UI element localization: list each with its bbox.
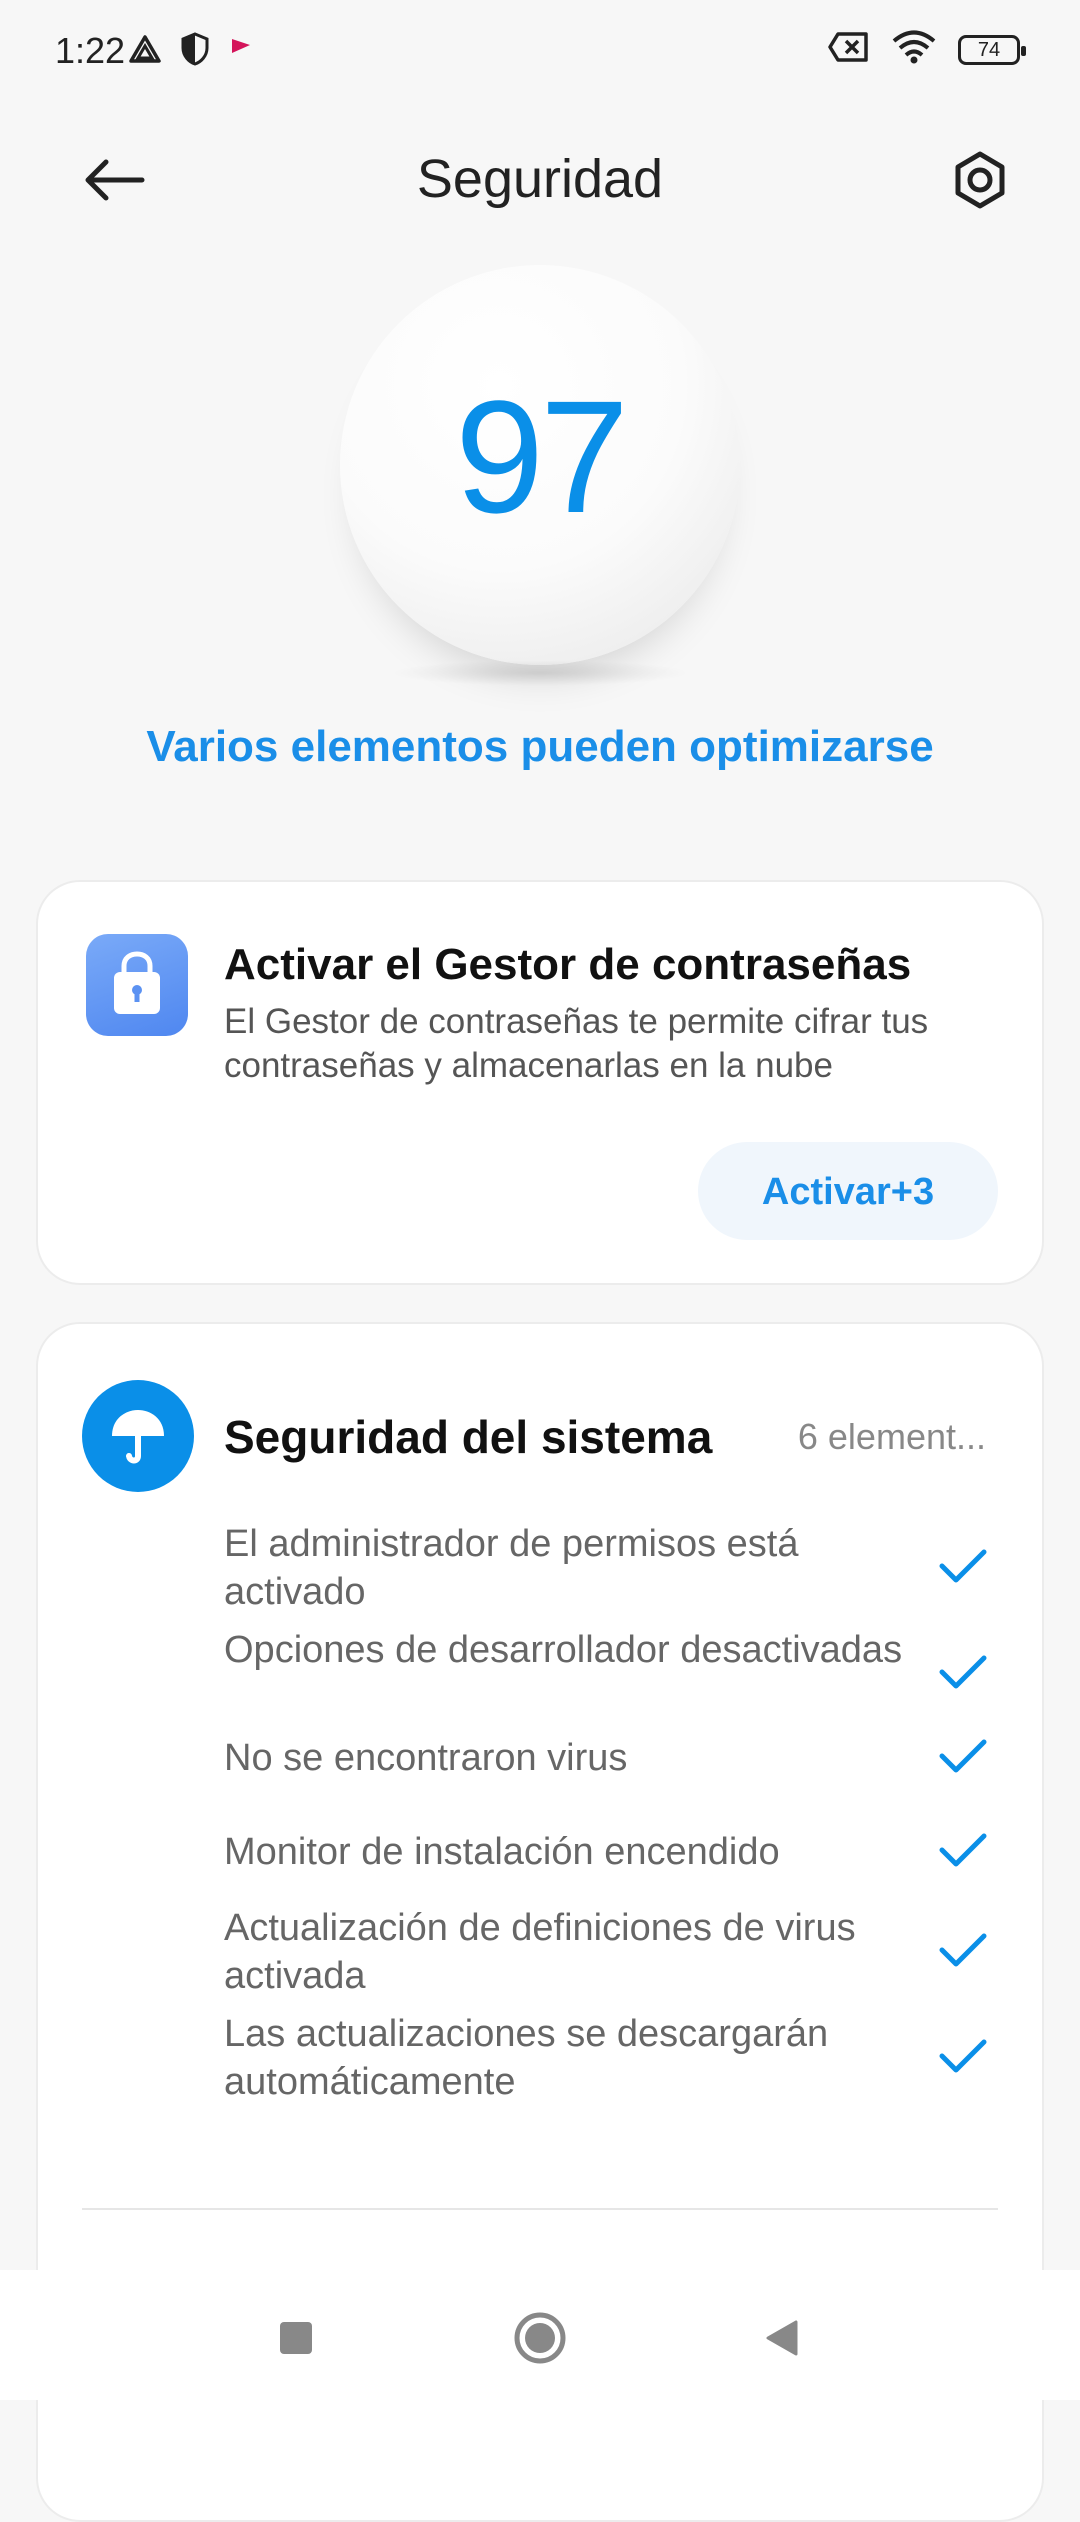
no-sim-icon — [828, 31, 870, 68]
status-icons-left — [128, 32, 254, 71]
activate-button[interactable]: Activar+3 — [698, 1142, 998, 1240]
check-item: El administrador de permisos está activa… — [224, 1520, 1024, 1626]
check-icon — [939, 1739, 987, 1773]
square-icon — [280, 2322, 312, 2354]
check-icon — [939, 1655, 987, 1689]
check-list: El administrador de permisos está activa… — [224, 1520, 1024, 2116]
header: Seguridad — [0, 120, 1080, 240]
check-item: Las actualizaciones se descargarán autom… — [224, 2010, 1024, 2116]
circle-icon — [514, 2312, 566, 2364]
check-icon — [939, 1833, 987, 1867]
password-manager-description: El Gestor de contraseñas te permite cifr… — [224, 1002, 929, 1085]
check-item-label: Las actualizaciones se descargarán autom… — [224, 2013, 829, 2103]
check-item-label: Actualización de definiciones de virus a… — [224, 1907, 856, 1997]
umbrella-icon — [112, 1410, 164, 1464]
divider — [82, 2208, 998, 2210]
status-icons-right: 74 — [828, 30, 1026, 69]
home-button[interactable] — [510, 2308, 570, 2368]
navigation-bar — [0, 2270, 1080, 2400]
optimize-message: Varios elementos pueden optimizarse — [146, 722, 934, 771]
triangle-back-icon — [766, 2320, 798, 2356]
system-security-title: Seguridad del sistema — [224, 1411, 713, 1463]
password-manager-title: Activar el Gestor de contraseñas — [224, 940, 912, 989]
check-item-label: Opciones de desarrollador desactivadas — [224, 1629, 903, 1671]
status-bar: 1:22 74 — [0, 0, 1080, 110]
gear-icon — [955, 151, 1005, 209]
recents-button[interactable] — [266, 2308, 326, 2368]
status-time: 1:22 — [55, 30, 126, 71]
security-score: 97 — [340, 265, 740, 665]
check-icon — [939, 1549, 987, 1583]
score-shadow — [390, 660, 690, 686]
shield-icon — [180, 32, 210, 71]
check-item: Monitor de instalación encendido — [224, 1828, 1024, 1904]
system-security-icon — [82, 1380, 194, 1492]
back-nav-button[interactable] — [752, 2308, 812, 2368]
items-count: 6 element... — [797, 1416, 986, 1457]
drive-icon — [128, 34, 162, 69]
check-item: No se encontraron virus — [224, 1732, 1024, 1828]
page-title: Seguridad — [416, 149, 664, 209]
check-item: Actualización de definiciones de virus a… — [224, 1904, 1024, 2010]
check-icon — [939, 2039, 987, 2073]
check-item-label: El administrador de permisos está activa… — [224, 1523, 799, 1613]
battery-icon: 74 — [958, 34, 1026, 65]
password-manager-card: Activar el Gestor de contraseñas El Gest… — [36, 880, 1044, 1285]
wifi-icon — [892, 30, 936, 69]
check-item-label: No se encontraron virus — [224, 1737, 628, 1779]
lock-bag-icon — [114, 951, 160, 1014]
check-item-label: Monitor de instalación encendido — [224, 1831, 780, 1873]
flag-icon — [228, 35, 254, 68]
check-item: Opciones de desarrollador desactivadas — [224, 1626, 1024, 1732]
score-value: 97 — [455, 367, 629, 546]
password-manager-icon — [86, 934, 188, 1036]
check-icon — [939, 1933, 987, 1967]
settings-button[interactable] — [940, 140, 1020, 220]
